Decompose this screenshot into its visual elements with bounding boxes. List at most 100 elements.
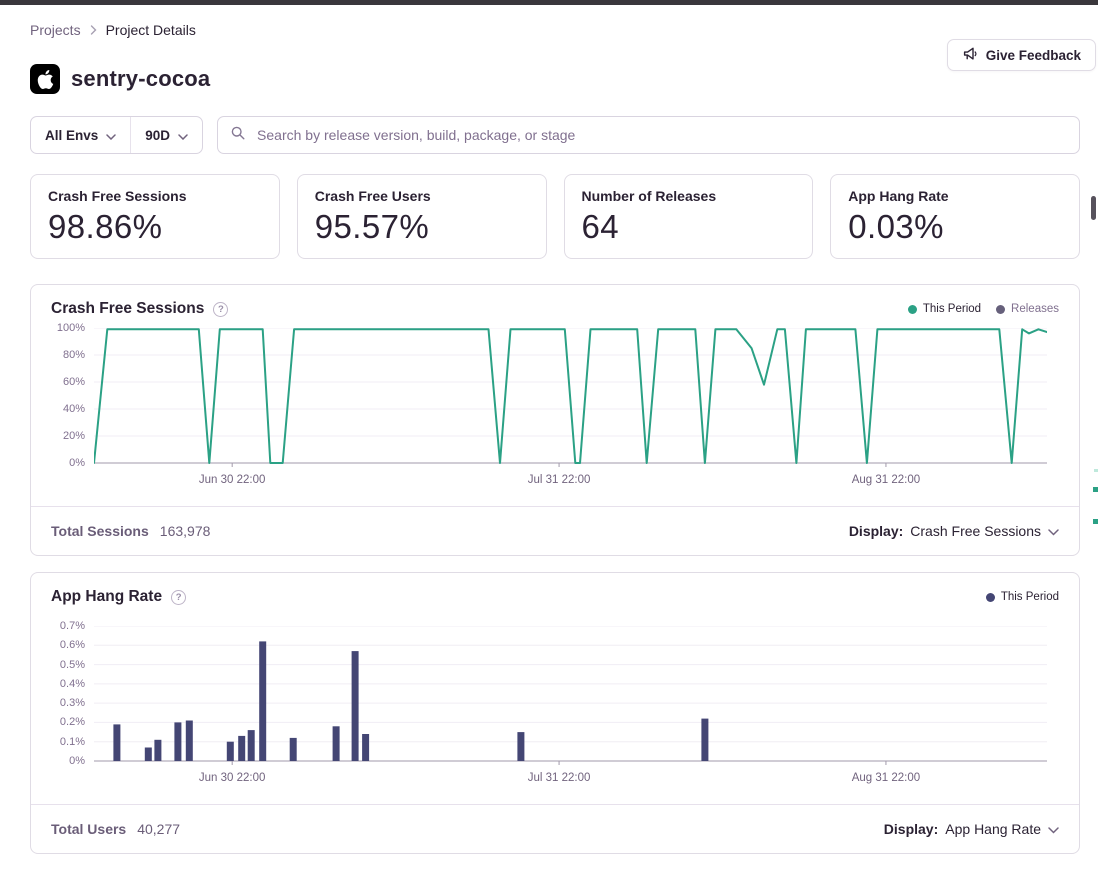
chevron-down-icon (1048, 821, 1059, 837)
sessions-chart-y-axis: 100%80%60%40%20%0% (31, 328, 94, 468)
total-users-value: 40,277 (137, 821, 180, 837)
x-axis-tick-label: Aug 31 22:00 (852, 474, 920, 486)
top-window-bar (0, 0, 1098, 5)
clipped-content-fragment (1093, 519, 1098, 524)
question-circle-icon[interactable]: ? (171, 590, 186, 605)
y-axis-tick-label: 60% (63, 375, 85, 389)
environment-selector[interactable]: All Envs (31, 117, 130, 153)
display-mode-dropdown[interactable]: Display: Crash Free Sessions (849, 523, 1059, 539)
page-content: Projects Project Details Give Feedback s… (0, 22, 1098, 854)
date-range-selector-value: 90D (145, 128, 170, 143)
question-circle-icon[interactable]: ? (213, 302, 228, 317)
sessions-chart-area: 100%80%60%40%20%0% Jun 30 22:00Jul 31 22… (31, 328, 1079, 494)
y-axis-tick-label: 0.5% (60, 658, 85, 672)
panel-header: App Hang Rate ? This Period (31, 573, 1079, 606)
filter-row: All Envs 90D (30, 116, 1080, 154)
breadcrumb-row: Projects Project Details (30, 22, 1080, 56)
panel-header: Crash Free Sessions ? This Period Releas… (31, 285, 1079, 318)
legend-label: Releases (1011, 303, 1059, 315)
sessions-line-chart: Jun 30 22:00 Jul 31 22:00 Aug 31 22:00 (94, 328, 1047, 494)
page-title: sentry-cocoa (71, 66, 210, 92)
hang-chart-area: 0.7%0.6%0.5%0.4%0.3%0.2%0.1%0% Jun 30 22… (31, 626, 1079, 792)
hang-bar-chart: Jun 30 22:00 Jul 31 22:00 Aug 31 22:00 (94, 626, 1047, 792)
clipped-content-fragment (1094, 469, 1098, 472)
score-card-app-hang-rate: App Hang Rate 0.03% (830, 174, 1080, 259)
legend-dot (996, 305, 1005, 314)
app-hang-rate-panel: App Hang Rate ? This Period 0.7% 0.6% 0.5%… (30, 572, 1080, 854)
score-card-crash-free-users: Crash Free Users 95.57% (297, 174, 547, 259)
score-card-value: 0.03% (848, 208, 1062, 246)
display-value: Crash Free Sessions (910, 523, 1041, 539)
score-card-label: Crash Free Users (315, 188, 529, 204)
y-axis-tick-label: 0.1% (60, 735, 85, 749)
search-icon (230, 125, 246, 146)
chart-legend: This Period Releases (908, 303, 1059, 315)
y-axis-tick-label: 0.2% (60, 715, 85, 729)
breadcrumb-current: Project Details (106, 22, 196, 38)
score-card-label: Crash Free Sessions (48, 188, 262, 204)
panel-title: App Hang Rate (51, 588, 162, 606)
legend-item-this-period[interactable]: This Period (986, 591, 1059, 603)
chevron-down-icon (106, 128, 116, 143)
apple-platform-icon (30, 64, 60, 94)
score-card-value: 98.86% (48, 208, 262, 246)
give-feedback-label: Give Feedback (986, 48, 1081, 63)
display-value: App Hang Rate (945, 821, 1041, 837)
search-input[interactable] (255, 126, 1067, 144)
legend-item-releases[interactable]: Releases (996, 303, 1059, 315)
environment-selector-value: All Envs (45, 128, 98, 143)
hang-chart-y-axis: 0.7%0.6%0.5%0.4%0.3%0.2%0.1%0% (31, 626, 94, 766)
legend-dot (908, 305, 917, 314)
score-card-value: 95.57% (315, 208, 529, 246)
x-axis-tick-label: Aug 31 22:00 (852, 772, 920, 784)
display-label: Display: (849, 523, 903, 539)
project-title-row: sentry-cocoa (30, 64, 1080, 94)
display-label: Display: (884, 821, 938, 837)
score-card-label: Number of Releases (582, 188, 796, 204)
chevron-right-icon (90, 22, 97, 38)
score-card-value: 64 (582, 208, 796, 246)
megaphone-icon (962, 46, 978, 65)
legend-label: This Period (1001, 591, 1059, 603)
chart-legend: This Period (986, 591, 1059, 603)
give-feedback-button[interactable]: Give Feedback (947, 39, 1096, 71)
page-filter-bar: All Envs 90D (30, 116, 203, 154)
y-axis-tick-label: 0.7% (60, 619, 85, 633)
chevron-down-icon (178, 128, 188, 143)
display-mode-dropdown[interactable]: Display: App Hang Rate (884, 821, 1059, 837)
y-axis-tick-label: 0% (69, 754, 85, 768)
y-axis-tick-label: 80% (63, 348, 85, 362)
scrollbar-thumb[interactable] (1091, 196, 1096, 220)
y-axis-tick-label: 20% (63, 429, 85, 443)
breadcrumb: Projects Project Details (30, 22, 1080, 38)
y-axis-tick-label: 0.4% (60, 677, 85, 691)
total-users-label: Total Users (51, 821, 126, 837)
panel-title: Crash Free Sessions (51, 300, 204, 318)
total-sessions-label: Total Sessions (51, 523, 149, 539)
x-axis-tick-label: Jun 30 22:00 (199, 772, 266, 784)
y-axis-tick-label: 0% (69, 456, 85, 470)
score-card-label: App Hang Rate (848, 188, 1062, 204)
y-axis-tick-label: 40% (63, 402, 85, 416)
y-axis-tick-label: 0.6% (60, 638, 85, 652)
crash-free-sessions-panel: Crash Free Sessions ? This Period Releas… (30, 284, 1080, 556)
panel-footer: Total Users 40,277 Display: App Hang Rat… (31, 804, 1079, 853)
breadcrumb-projects-link[interactable]: Projects (30, 22, 81, 38)
date-range-selector[interactable]: 90D (131, 117, 202, 153)
legend-dot (986, 593, 995, 602)
legend-label: This Period (923, 303, 981, 315)
y-axis-tick-label: 100% (57, 321, 85, 335)
clipped-content-fragment (1093, 487, 1098, 492)
panel-footer: Total Sessions 163,978 Display: Crash Fr… (31, 506, 1079, 555)
release-search-box (217, 116, 1080, 154)
y-axis-tick-label: 0.3% (60, 696, 85, 710)
chevron-down-icon (1048, 523, 1059, 539)
total-sessions-value: 163,978 (160, 523, 211, 539)
score-card-crash-free-sessions: Crash Free Sessions 98.86% (30, 174, 280, 259)
score-cards-row: Crash Free Sessions 98.86% Crash Free Us… (30, 174, 1080, 259)
legend-item-this-period[interactable]: This Period (908, 303, 981, 315)
x-axis-tick-label: Jun 30 22:00 (199, 474, 266, 486)
x-axis-tick-label: Jul 31 22:00 (528, 772, 591, 784)
x-axis-tick-label: Jul 31 22:00 (528, 474, 591, 486)
score-card-number-of-releases: Number of Releases 64 (564, 174, 814, 259)
